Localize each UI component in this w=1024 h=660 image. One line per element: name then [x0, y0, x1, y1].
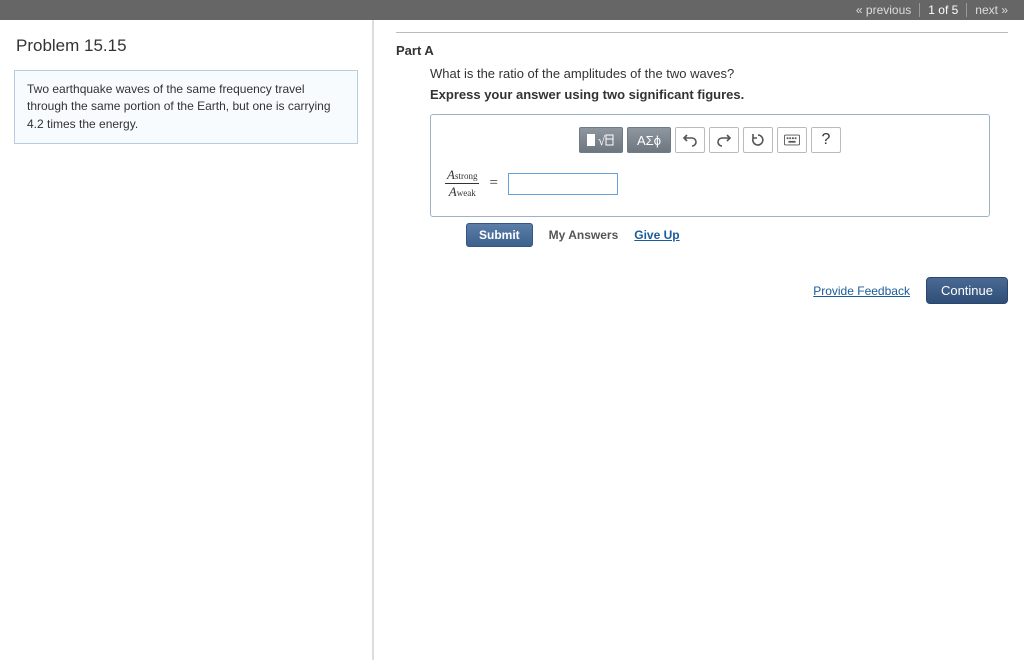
- tool-greek[interactable]: ΑΣϕ: [627, 127, 671, 153]
- answer-input[interactable]: [508, 173, 618, 195]
- math-toolbar: √ ΑΣϕ: [441, 127, 979, 153]
- redo-icon[interactable]: [709, 127, 739, 153]
- problem-sidebar: Problem 15.15 Two earthquake waves of th…: [0, 20, 374, 660]
- give-up-link[interactable]: Give Up: [634, 228, 679, 242]
- question-instruction: Express your answer using two significan…: [430, 87, 1008, 102]
- problem-statement: Two earthquake waves of the same frequen…: [14, 70, 358, 144]
- action-row: Submit My Answers Give Up: [466, 223, 1008, 247]
- svg-text:√: √: [598, 133, 606, 148]
- part-label: Part A: [396, 43, 1008, 58]
- top-nav: « previous 1 of 5 next »: [0, 0, 1024, 20]
- problem-title: Problem 15.15: [16, 36, 358, 56]
- keyboard-icon[interactable]: [777, 127, 807, 153]
- my-answers-label: My Answers: [549, 228, 619, 242]
- main-layout: Problem 15.15 Two earthquake waves of th…: [0, 20, 1024, 660]
- nav-previous[interactable]: « previous: [848, 3, 919, 17]
- undo-icon[interactable]: [675, 127, 705, 153]
- nav-next[interactable]: next »: [966, 3, 1016, 17]
- ratio-fraction: Astrong Aweak: [445, 167, 479, 200]
- submit-button[interactable]: Submit: [466, 223, 533, 247]
- tool-templates-label: √: [586, 132, 616, 148]
- equals-sign: =: [489, 175, 497, 192]
- answer-box: √ ΑΣϕ: [430, 114, 990, 217]
- nav-position: 1 of 5: [919, 3, 966, 17]
- continue-button[interactable]: Continue: [926, 277, 1008, 304]
- help-icon[interactable]: ?: [811, 127, 841, 153]
- footer-row: Provide Feedback Continue: [430, 277, 1008, 304]
- equation-row: Astrong Aweak =: [445, 167, 979, 200]
- tool-templates[interactable]: √: [579, 127, 623, 153]
- question-text: What is the ratio of the amplitudes of t…: [430, 66, 1008, 81]
- provide-feedback-link[interactable]: Provide Feedback: [813, 284, 910, 298]
- reset-icon[interactable]: [743, 127, 773, 153]
- content-area: Part A What is the ratio of the amplitud…: [374, 20, 1024, 660]
